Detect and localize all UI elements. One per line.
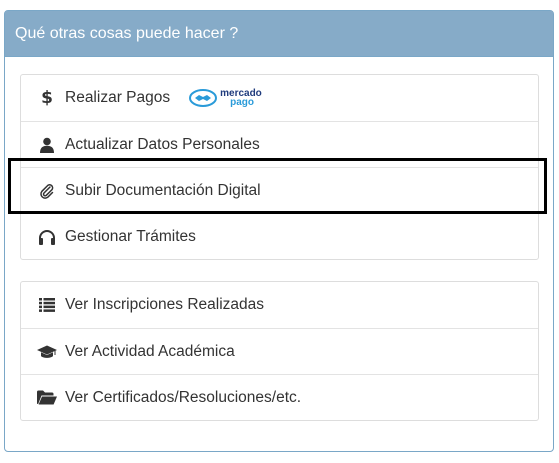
ver-certificados-item[interactable]: Ver Certificados/Resoluciones/etc.	[21, 374, 538, 420]
user-icon	[37, 137, 57, 153]
dollar-icon: $	[41, 87, 53, 108]
headphones-icon	[37, 229, 57, 245]
folder-open-icon	[37, 390, 57, 405]
handshake-icon	[189, 89, 218, 107]
gestionar-tramites-item[interactable]: Gestionar Trámites	[21, 213, 538, 259]
subir-documentacion-label: Subir Documentación Digital	[65, 181, 261, 199]
actions-list-primary: $ Realizar Pagos mercado pago Actualizar…	[20, 74, 539, 260]
realizar-pagos-item[interactable]: $ Realizar Pagos mercado pago	[21, 75, 538, 121]
mercadopago-logo: mercado pago	[189, 89, 262, 108]
ver-actividad-item[interactable]: Ver Actividad Académica	[21, 328, 538, 374]
ver-inscripciones-label: Ver Inscripciones Realizadas	[65, 296, 265, 313]
subir-documentacion-item[interactable]: Subir Documentación Digital	[21, 167, 538, 213]
paperclip-icon	[37, 182, 57, 200]
mercadopago-text-2: pago	[230, 97, 254, 108]
options-panel: Qué otras cosas puede hacer ? $ Realizar…	[4, 10, 554, 452]
actions-list-secondary: Ver Inscripciones Realizadas Ver Activid…	[20, 281, 539, 421]
list-icon	[37, 298, 57, 312]
actualizar-datos-label: Actualizar Datos Personales	[65, 135, 260, 153]
panel-title: Qué otras cosas puede hacer ?	[5, 11, 553, 57]
ver-inscripciones-item[interactable]: Ver Inscripciones Realizadas	[21, 282, 538, 328]
ver-actividad-label: Ver Actividad Académica	[65, 342, 235, 360]
graduation-cap-icon	[37, 345, 57, 359]
actualizar-datos-item[interactable]: Actualizar Datos Personales	[21, 121, 538, 167]
ver-certificados-label: Ver Certificados/Resoluciones/etc.	[65, 388, 302, 406]
gestionar-tramites-label: Gestionar Trámites	[65, 227, 196, 245]
realizar-pagos-label: Realizar Pagos	[65, 89, 171, 106]
